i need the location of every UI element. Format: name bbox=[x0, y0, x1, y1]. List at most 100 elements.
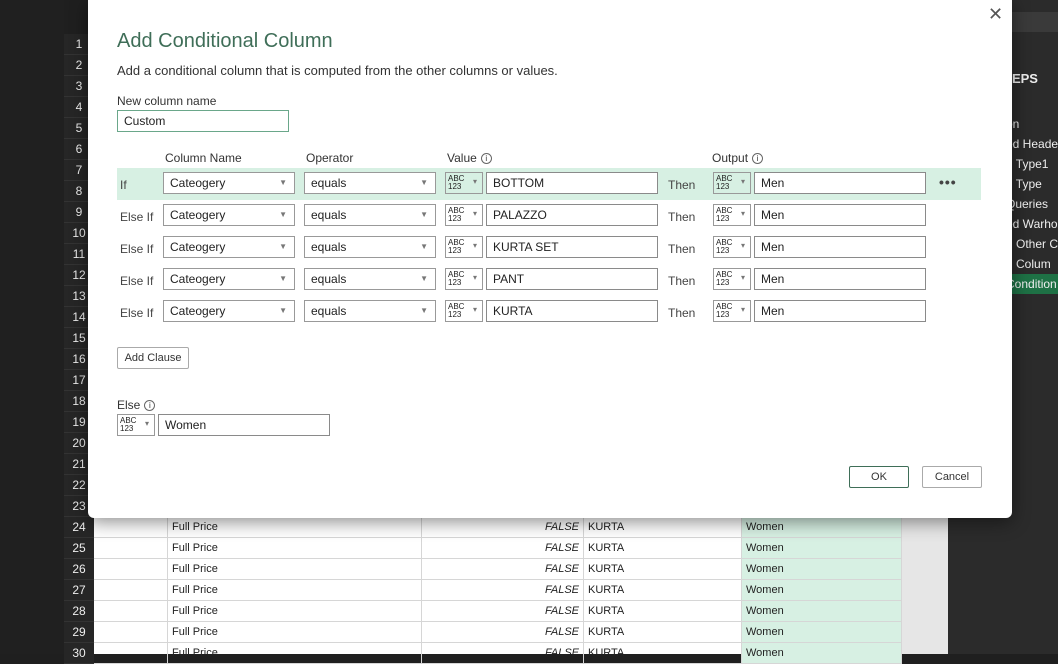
operator-dropdown[interactable]: equals ▼ bbox=[304, 268, 436, 290]
value-input[interactable]: PALAZZO bbox=[486, 204, 658, 226]
table-cell: Full Price bbox=[168, 643, 422, 663]
then-label: Then bbox=[668, 210, 696, 224]
table-cell: Women bbox=[742, 622, 902, 642]
table-cell: Women bbox=[742, 517, 902, 537]
table-cell: KURTA bbox=[584, 538, 742, 558]
close-icon[interactable]: ✕ bbox=[988, 4, 1003, 25]
output-input[interactable]: Men bbox=[754, 268, 926, 290]
column-name-dropdown[interactable]: Cateogery ▼ bbox=[163, 300, 295, 322]
operator-value: equals bbox=[311, 304, 347, 318]
table-cell: KURTA bbox=[584, 559, 742, 579]
value-type-selector[interactable]: ABC 123 ▾ bbox=[445, 236, 483, 258]
table-row: Full Price FALSE KURTA Women bbox=[94, 580, 902, 601]
table-cell: FALSE bbox=[422, 538, 584, 558]
chevron-down-icon: ▼ bbox=[279, 306, 287, 315]
operator-header: Operator bbox=[306, 151, 354, 165]
clause-row: If Cateogery ▼ equals ▼ ABC 123 ▾ BOTTOM The… bbox=[117, 168, 981, 200]
table-cell: FALSE bbox=[422, 622, 584, 642]
value-input[interactable]: KURTA SET bbox=[486, 236, 658, 258]
else-type-selector[interactable]: ABC 123 ▾ bbox=[117, 414, 155, 436]
left-background bbox=[0, 0, 64, 654]
table-cell: KURTA bbox=[584, 580, 742, 600]
chevron-down-icon: ▼ bbox=[279, 274, 287, 283]
else-value-input[interactable]: Women bbox=[158, 414, 330, 436]
info-icon[interactable]: i bbox=[480, 153, 492, 165]
else-header: Else i bbox=[117, 398, 156, 412]
then-label: Then bbox=[668, 242, 696, 256]
add-clause-button[interactable]: Add Clause bbox=[117, 347, 189, 369]
table-cell: FALSE bbox=[422, 601, 584, 621]
operator-dropdown[interactable]: equals ▼ bbox=[304, 172, 436, 194]
value-type-selector[interactable]: ABC 123 ▾ bbox=[445, 268, 483, 290]
output-input[interactable]: Men bbox=[754, 236, 926, 258]
operator-dropdown[interactable]: equals ▼ bbox=[304, 236, 436, 258]
new-column-name-input[interactable]: Custom bbox=[117, 110, 289, 132]
dialog-subtitle: Add a conditional column that is compute… bbox=[117, 63, 558, 78]
row-number: 29 bbox=[64, 622, 94, 643]
output-type-selector[interactable]: ABC 123 ▾ bbox=[713, 204, 751, 226]
more-options-icon[interactable]: ••• bbox=[939, 174, 957, 190]
column-name-value: Cateogery bbox=[170, 304, 226, 318]
table-row: Full Price FALSE KURTA Women bbox=[94, 559, 902, 580]
table-cell: Full Price bbox=[168, 538, 422, 558]
value-type-selector[interactable]: ABC 123 ▾ bbox=[445, 300, 483, 322]
then-label: Then bbox=[668, 274, 696, 288]
clause-row: Else If Cateogery ▼ equals ▼ ABC 123 ▾ KURTA… bbox=[117, 232, 981, 264]
clause-label: Else If bbox=[120, 274, 154, 288]
table-cell: Women bbox=[742, 580, 902, 600]
output-input[interactable]: Men bbox=[754, 172, 926, 194]
dialog-title: Add Conditional Column bbox=[117, 30, 333, 52]
output-input[interactable]: Men bbox=[754, 300, 926, 322]
clause-row: Else If Cateogery ▼ equals ▼ ABC 123 ▾ KURTA… bbox=[117, 296, 981, 328]
table-cell bbox=[94, 538, 168, 558]
column-name-dropdown[interactable]: Cateogery ▼ bbox=[163, 204, 295, 226]
chevron-down-icon: ▼ bbox=[420, 178, 428, 187]
operator-dropdown[interactable]: equals ▼ bbox=[304, 300, 436, 322]
table-cell: Full Price bbox=[168, 559, 422, 579]
output-type-selector[interactable]: ABC 123 ▾ bbox=[713, 268, 751, 290]
column-name-dropdown[interactable]: Cateogery ▼ bbox=[163, 236, 295, 258]
column-name-dropdown[interactable]: Cateogery ▼ bbox=[163, 172, 295, 194]
column-name-dropdown[interactable]: Cateogery ▼ bbox=[163, 268, 295, 290]
output-header-label: Output bbox=[712, 151, 749, 165]
output-type-selector[interactable]: ABC 123 ▾ bbox=[713, 236, 751, 258]
table-cell: Women bbox=[742, 601, 902, 621]
table-cell bbox=[94, 622, 168, 642]
row-number: 26 bbox=[64, 559, 94, 580]
operator-dropdown[interactable]: equals ▼ bbox=[304, 204, 436, 226]
value-input[interactable]: KURTA bbox=[486, 300, 658, 322]
output-input[interactable]: Men bbox=[754, 204, 926, 226]
table-cell: KURTA bbox=[584, 622, 742, 642]
info-icon[interactable]: i bbox=[752, 153, 764, 165]
else-label: Else bbox=[117, 398, 141, 412]
info-icon[interactable]: i bbox=[144, 400, 156, 412]
table-cell bbox=[94, 580, 168, 600]
column-name-value: Cateogery bbox=[170, 176, 226, 190]
operator-value: equals bbox=[311, 272, 347, 286]
clause-label: Else If bbox=[120, 210, 154, 224]
cancel-button[interactable]: Cancel bbox=[922, 466, 982, 488]
column-name-value: Cateogery bbox=[170, 208, 226, 222]
clause-label: Else If bbox=[120, 306, 154, 320]
value-type-selector[interactable]: ABC 123 ▾ bbox=[445, 204, 483, 226]
table-cell: Full Price bbox=[168, 601, 422, 621]
chevron-down-icon: ▼ bbox=[420, 274, 428, 283]
table-cell: FALSE bbox=[422, 559, 584, 579]
then-label: Then bbox=[668, 306, 696, 320]
table-cell: FALSE bbox=[422, 643, 584, 663]
table-row: Full Price FALSE KURTA Women bbox=[94, 622, 902, 643]
value-input[interactable]: BOTTOM bbox=[486, 172, 658, 194]
table-cell: Full Price bbox=[168, 580, 422, 600]
output-type-selector[interactable]: ABC 123 ▾ bbox=[713, 300, 751, 322]
value-input[interactable]: PANT bbox=[486, 268, 658, 290]
chevron-down-icon: ▼ bbox=[420, 306, 428, 315]
operator-value: equals bbox=[311, 240, 347, 254]
output-type-selector[interactable]: ABC 123 ▾ bbox=[713, 172, 751, 194]
column-name-value: Cateogery bbox=[170, 272, 226, 286]
ok-button[interactable]: OK bbox=[849, 466, 909, 488]
value-type-selector[interactable]: ABC 123 ▾ bbox=[445, 172, 483, 194]
table-cell: Full Price bbox=[168, 622, 422, 642]
table-cell: KURTA bbox=[584, 517, 742, 537]
clause-row: Else If Cateogery ▼ equals ▼ ABC 123 ▾ PANT … bbox=[117, 264, 981, 296]
row-number: 28 bbox=[64, 601, 94, 622]
